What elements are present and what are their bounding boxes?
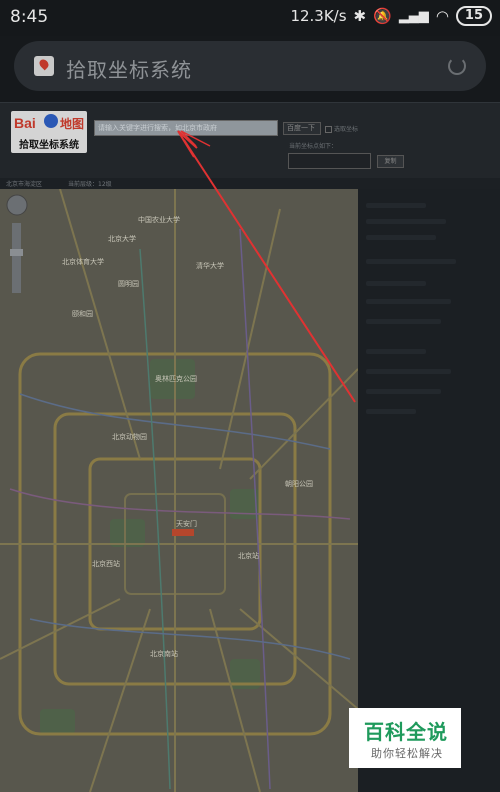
screen: 8:45 12.3K/s ✱ 🔕 ▂▄▆ ◠ 15 拾取坐标系统 Bai 地图 … [0,0,500,792]
watermark-logo: 百科全说 助你轻松解决 [349,708,461,768]
watermark-subtitle: 助你轻松解决 [371,747,443,760]
annotation-arrow [177,130,356,403]
watermark-title: 百科全说 [364,720,448,744]
